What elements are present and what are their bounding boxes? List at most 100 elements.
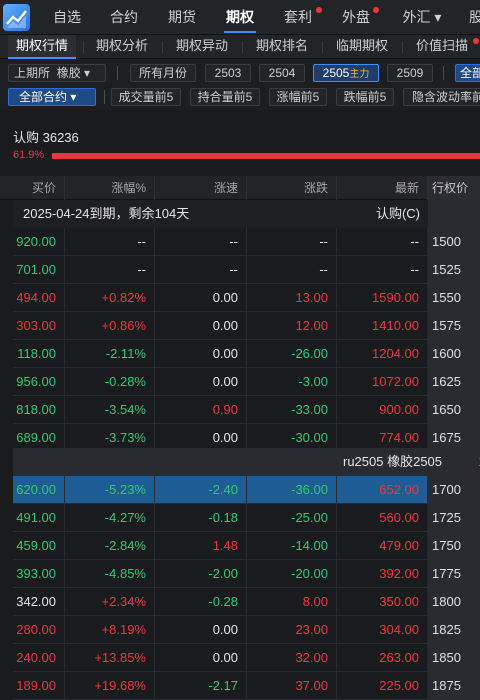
app-logo-icon[interactable] bbox=[3, 4, 30, 31]
chg-cell: 13.00 bbox=[247, 284, 337, 311]
tab-option-anomaly[interactable]: 期权异动 bbox=[168, 35, 236, 59]
nav-foreign-markets[interactable]: 外盘 bbox=[334, 0, 378, 35]
left-gutter bbox=[0, 228, 13, 700]
table-row[interactable]: 818.00 -3.54% 0.90 -33.00 900.00 1650 bbox=[13, 396, 480, 424]
bid-cell: 303.00 bbox=[13, 312, 65, 339]
table-row[interactable]: 920.00 -- -- -- -- 1500 bbox=[13, 228, 480, 256]
tab-label: 期权异动 bbox=[175, 38, 228, 53]
speed-cell: -0.18 bbox=[155, 504, 247, 531]
expiry-text: 2025-04-24到期，剩余104天 bbox=[23, 206, 190, 221]
month-2509-button[interactable]: 2509 bbox=[387, 64, 433, 82]
col-header-speed[interactable]: 涨速 bbox=[155, 176, 247, 200]
chg-pct-cell: +0.86% bbox=[65, 312, 155, 339]
col-header-strike[interactable]: 行权价 bbox=[428, 176, 480, 200]
tab-option-quotes[interactable]: 期权行情 bbox=[8, 35, 76, 59]
call-percent-bar bbox=[52, 153, 480, 159]
contract-select[interactable]: 全部合约 ▾ bbox=[8, 88, 96, 106]
last-cell: 225.00 bbox=[337, 672, 428, 699]
rank-gainers-button[interactable]: 涨幅前5 bbox=[269, 88, 327, 106]
month-2503-button[interactable]: 2503 bbox=[205, 64, 251, 82]
col-header-change[interactable]: 涨跌 bbox=[247, 176, 337, 200]
header-label: 涨跌 bbox=[303, 181, 328, 195]
last-cell: 560.00 bbox=[337, 504, 428, 531]
last-cell: -- bbox=[337, 228, 428, 255]
strike-cell: 1775 bbox=[428, 560, 480, 587]
all-button[interactable]: 全部 bbox=[455, 64, 480, 82]
call-summary: 认购 36236 61.9% bbox=[0, 110, 480, 176]
bid-cell: 620.00 bbox=[13, 476, 65, 503]
table-row[interactable]: 459.00 -2.84% 1.48 -14.00 479.00 1750 bbox=[13, 532, 480, 560]
month-2504-button[interactable]: 2504 bbox=[259, 64, 305, 82]
table-row[interactable]: 393.00 -4.85% -2.00 -20.00 392.00 1775 bbox=[13, 560, 480, 588]
divider bbox=[104, 90, 105, 104]
col-header-change-pct[interactable]: 涨幅% bbox=[65, 176, 155, 200]
table-row[interactable]: 620.00 -5.23% -2.40 -36.00 652.00 1700 bbox=[13, 476, 480, 504]
header-label: 买价 bbox=[31, 181, 56, 195]
tab-value-scan[interactable]: 价值扫描 bbox=[408, 35, 476, 59]
last-cell: 774.00 bbox=[337, 424, 428, 451]
rank-open-interest-button[interactable]: 持合量前5 bbox=[190, 88, 260, 106]
chg-pct-cell: -3.54% bbox=[65, 396, 155, 423]
tab-option-analysis[interactable]: 期权分析 bbox=[88, 35, 156, 59]
table-row[interactable]: 491.00 -4.27% -0.18 -25.00 560.00 1725 bbox=[13, 504, 480, 532]
table-row[interactable]: 494.00 +0.82% 0.00 13.00 1590.00 1550 bbox=[13, 284, 480, 312]
tab-option-ranking[interactable]: 期权排名 bbox=[248, 35, 316, 59]
speed-cell: -0.28 bbox=[155, 588, 247, 615]
speed-cell: 1.48 bbox=[155, 532, 247, 559]
tab-expiring-options[interactable]: 临期期权 bbox=[328, 35, 396, 59]
chg-pct-cell: -4.27% bbox=[65, 504, 155, 531]
chg-cell: 37.00 bbox=[247, 672, 337, 699]
table-row[interactable]: 342.00 +2.34% -0.28 8.00 350.00 1800 bbox=[13, 588, 480, 616]
all-months-button[interactable]: 所有月份 bbox=[130, 64, 196, 82]
nav-label: 股 bbox=[469, 9, 480, 25]
chg-cell: -36.00 bbox=[247, 476, 337, 503]
chg-pct-cell: -- bbox=[65, 256, 155, 283]
last-cell: 1204.00 bbox=[337, 340, 428, 367]
table-row[interactable]: 701.00 -- -- -- -- 1525 bbox=[13, 256, 480, 284]
rank-volume-button[interactable]: 成交量前5 bbox=[111, 88, 181, 106]
chg-cell: -- bbox=[247, 256, 337, 283]
nav-options[interactable]: 期权 bbox=[218, 0, 262, 35]
strike-cell: 1875 bbox=[428, 672, 480, 699]
rank-losers-button[interactable]: 跌幅前5 bbox=[336, 88, 394, 106]
nav-contracts[interactable]: 合约 bbox=[102, 0, 146, 35]
nav-forex[interactable]: 外汇 ▾ bbox=[394, 0, 450, 35]
strike-cell: 1525 bbox=[428, 256, 480, 283]
chg-pct-cell: +13.85% bbox=[65, 644, 155, 671]
table-row[interactable]: 956.00 -0.28% 0.00 -3.00 1072.00 1625 bbox=[13, 368, 480, 396]
col-header-last[interactable]: 最新 bbox=[337, 176, 428, 200]
nav-stocks[interactable]: 股 bbox=[466, 0, 480, 35]
expiry-bar: 2025-04-24到期，剩余104天 认购(C) bbox=[13, 200, 428, 228]
table-row[interactable]: 189.00 +19.68% -2.17 37.00 225.00 1875 bbox=[13, 672, 480, 700]
nav-label: 合约 bbox=[110, 9, 138, 25]
nav-label: 套利 bbox=[284, 9, 312, 25]
chg-pct-cell: -4.85% bbox=[65, 560, 155, 587]
tab-label: 期权排名 bbox=[255, 38, 308, 53]
table-row[interactable]: 118.00 -2.11% 0.00 -26.00 1204.00 1600 bbox=[13, 340, 480, 368]
rank-label: 跌幅前5 bbox=[343, 90, 387, 104]
month-2505-button[interactable]: 2505主力 bbox=[313, 64, 379, 82]
bid-cell: 956.00 bbox=[13, 368, 65, 395]
underlying-label: ru2505 橡胶2505 bbox=[343, 454, 443, 469]
table-row[interactable]: 303.00 +0.86% 0.00 12.00 1410.00 1575 bbox=[13, 312, 480, 340]
nav-futures[interactable]: 期货 bbox=[160, 0, 204, 35]
speed-cell: 0.00 bbox=[155, 616, 247, 643]
product-select[interactable]: 上期所 橡胶 ▾ bbox=[8, 64, 106, 82]
speed-cell: -2.17 bbox=[155, 672, 247, 699]
bid-cell: 818.00 bbox=[13, 396, 65, 423]
chg-cell: 32.00 bbox=[247, 644, 337, 671]
rank-implied-vol-button[interactable]: 隐含波动率前 bbox=[403, 88, 480, 106]
strike-cell: 1750 bbox=[428, 532, 480, 559]
month-label: 2504 bbox=[268, 66, 296, 80]
nav-arbitrage[interactable]: 套利 bbox=[276, 0, 320, 35]
main-contract-tag: 主力 bbox=[349, 69, 370, 80]
table-row[interactable]: 240.00 +13.85% 0.00 32.00 263.00 1850 bbox=[13, 644, 480, 672]
header-label: 涨幅% bbox=[111, 181, 146, 195]
nav-label: 外汇 ▾ bbox=[402, 9, 442, 25]
nav-watchlist[interactable]: 自选 bbox=[45, 0, 89, 35]
col-header-bid[interactable]: 买价 bbox=[13, 176, 65, 200]
chg-pct-cell: +19.68% bbox=[65, 672, 155, 699]
table-row[interactable]: 280.00 +8.19% 0.00 23.00 304.00 1825 bbox=[13, 616, 480, 644]
product-label: 橡胶 ▾ bbox=[56, 66, 91, 80]
strike-cell: 1675 bbox=[428, 424, 480, 451]
